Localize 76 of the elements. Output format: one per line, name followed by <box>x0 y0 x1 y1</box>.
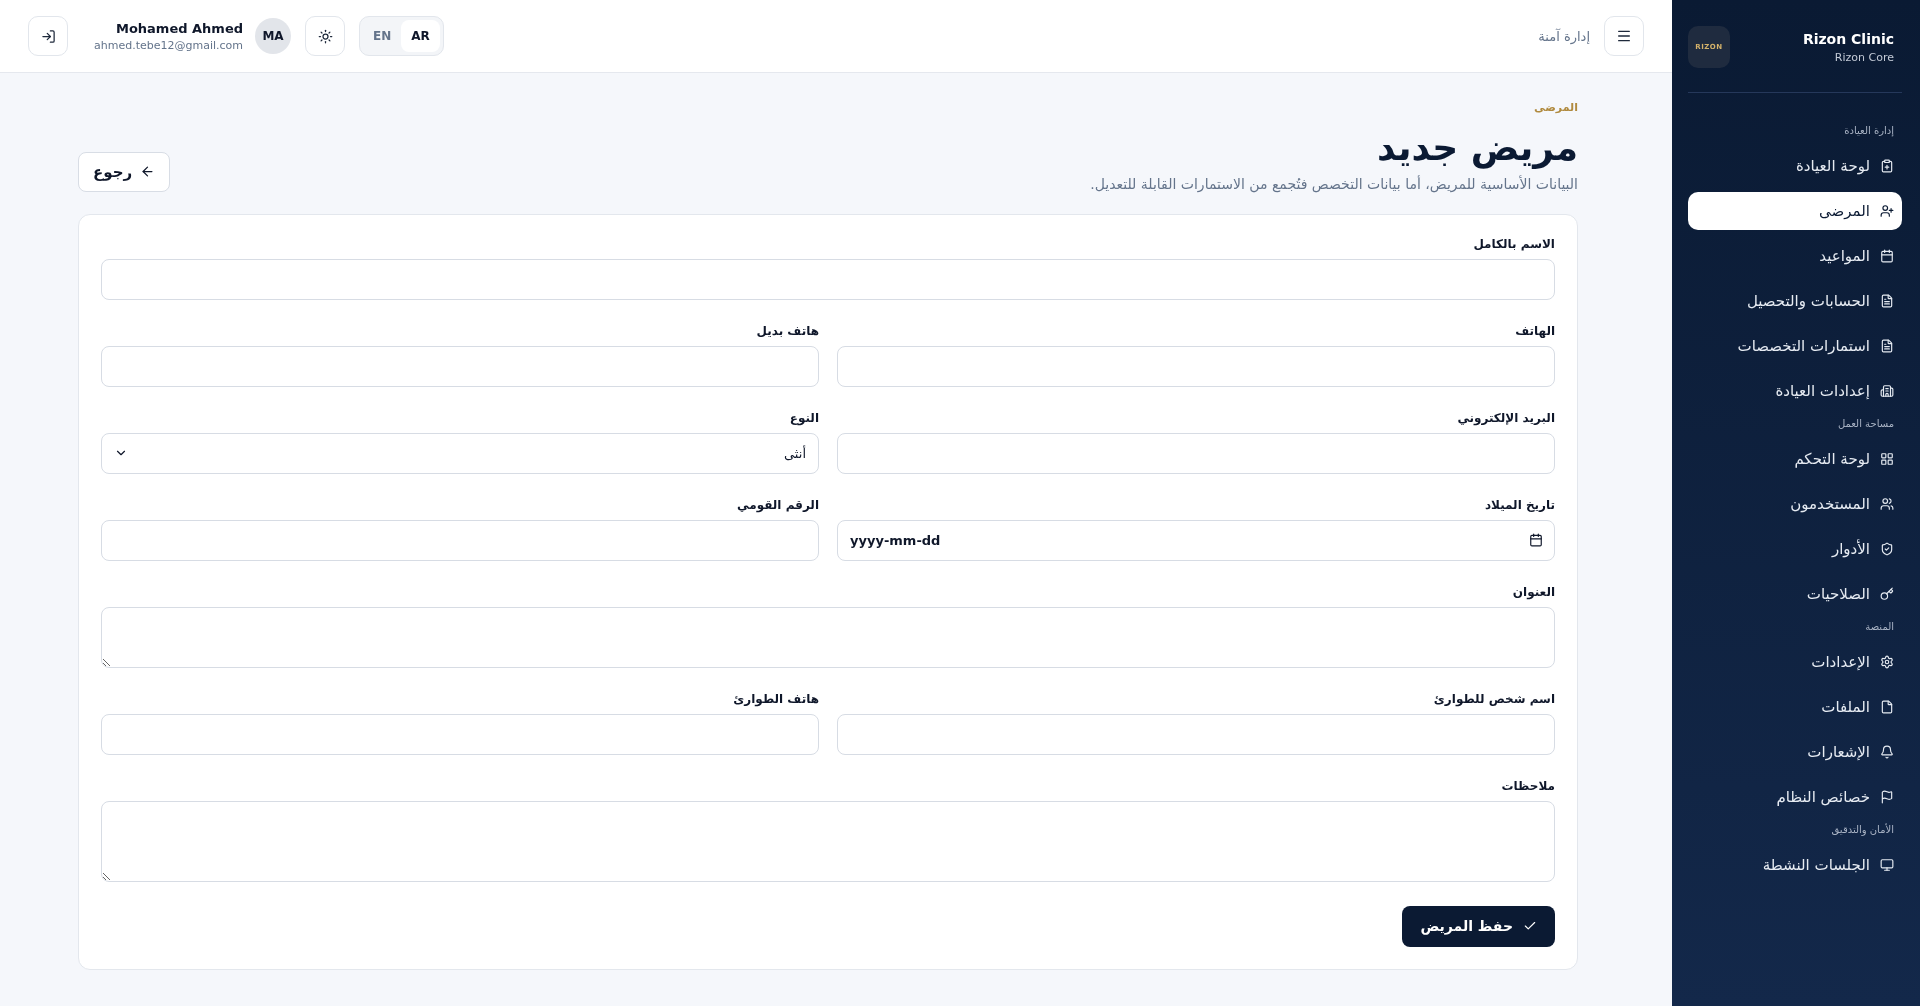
input-field[interactable] <box>837 345 1555 387</box>
shield-check-icon <box>1880 542 1894 556</box>
language-option[interactable]: EN <box>363 20 402 52</box>
select-field[interactable]: أنثى <box>101 432 819 474</box>
sun-icon <box>317 28 333 44</box>
date-field[interactable]: yyyy-mm-dd <box>837 519 1555 561</box>
grid-icon <box>1880 452 1894 466</box>
text-area[interactable] <box>101 606 1555 668</box>
input-field[interactable] <box>101 713 819 755</box>
input-field[interactable] <box>101 519 819 561</box>
monitor-icon <box>1880 858 1894 872</box>
login-icon <box>40 28 56 44</box>
brand-name: Rizon Clinic <box>1802 30 1894 47</box>
save-button[interactable]: حفظ المريض <box>1402 905 1555 947</box>
field-label: الرقم القومي <box>736 497 819 512</box>
breadcrumb: المرضى <box>1533 101 1578 114</box>
field-label: ملاحظات <box>1500 778 1555 793</box>
nav-item[interactable]: الصلاحيات <box>1688 575 1902 613</box>
users-icon <box>1880 497 1894 511</box>
login-button[interactable] <box>28 16 68 56</box>
nav-item[interactable]: خصائص النظام <box>1688 778 1902 816</box>
nav-item[interactable]: لوحة التحكم <box>1688 440 1902 478</box>
back-button[interactable]: رجوع <box>78 151 171 192</box>
nav-item[interactable]: المواعيد <box>1688 237 1902 275</box>
field-label: هاتف الطوارئ <box>732 691 819 706</box>
nav-item[interactable]: الحسابات والتحصيل <box>1688 282 1902 320</box>
field-label: البريد الإلكتروني <box>1456 410 1555 425</box>
field-label: النوع <box>788 410 819 425</box>
nav-item[interactable]: الإعدادات <box>1688 643 1902 681</box>
field-label: هاتف بديل <box>755 323 819 338</box>
section-title: المنصة <box>1864 621 1895 634</box>
nav-item[interactable]: الإشعارات <box>1688 733 1902 771</box>
page-title: مريض جديد <box>1376 128 1578 168</box>
document-icon <box>1880 339 1894 353</box>
section-title: الأمان والتدقيق <box>1830 824 1895 838</box>
file-icon <box>1880 700 1894 714</box>
key-icon <box>1880 587 1894 601</box>
field-label: تاريخ الميلاد <box>1483 497 1555 512</box>
brand-subtitle: Rizon Core <box>1834 50 1894 64</box>
menu-button[interactable] <box>1604 16 1644 56</box>
header-label: إدارة آمنة <box>1538 28 1590 44</box>
nav-item[interactable]: إعدادات العيادة <box>1688 372 1902 410</box>
field-label: العنوان <box>1511 584 1555 599</box>
user-plus-icon <box>1880 204 1894 218</box>
nav-item[interactable]: الأدوار <box>1688 530 1902 568</box>
input-field[interactable] <box>837 713 1555 755</box>
settings-icon <box>1880 655 1894 669</box>
document-icon <box>1880 294 1894 308</box>
calendar-icon <box>1880 249 1894 263</box>
theme-button[interactable] <box>305 16 346 56</box>
nav-item[interactable]: الملفات <box>1688 688 1902 726</box>
nav-item[interactable]: المستخدمون <box>1688 485 1902 523</box>
field-label: الهاتف <box>1514 323 1555 338</box>
building-icon <box>1880 384 1894 398</box>
nav-item[interactable]: استمارات التخصصات <box>1688 327 1902 365</box>
calendar-icon <box>1529 532 1543 547</box>
language-option[interactable]: AR <box>401 20 440 52</box>
nav-item[interactable]: الجلسات النشطة <box>1688 846 1902 884</box>
nav-item[interactable]: المرضى <box>1688 192 1902 230</box>
input-field[interactable] <box>101 345 819 387</box>
input-field[interactable] <box>837 432 1555 474</box>
user-email: ahmed.tebe12@gmail.com <box>94 38 244 52</box>
nav-item[interactable]: لوحة العيادة <box>1688 147 1902 185</box>
user-avatar: MA <box>255 18 292 54</box>
user-name: Mohamed Ahmed <box>115 20 244 36</box>
text-area[interactable] <box>101 800 1555 882</box>
field-label: اسم شخص للطوارئ <box>1432 691 1555 706</box>
section-title: إدارة العيادة <box>1843 125 1895 139</box>
menu-icon <box>1616 28 1632 44</box>
clipboard-plus-icon <box>1880 159 1894 173</box>
input-field[interactable] <box>101 258 1555 300</box>
section-title: مساحة العمل <box>1836 418 1895 431</box>
flag-icon <box>1880 790 1894 804</box>
field-label: الاسم بالكامل <box>1472 236 1555 251</box>
page-subtitle: البيانات الأساسية للمريض، أما بيانات التخصص فتُجمع من الاستمارات القابلة للتعديل. <box>1090 175 1578 192</box>
bell-icon <box>1880 745 1894 759</box>
